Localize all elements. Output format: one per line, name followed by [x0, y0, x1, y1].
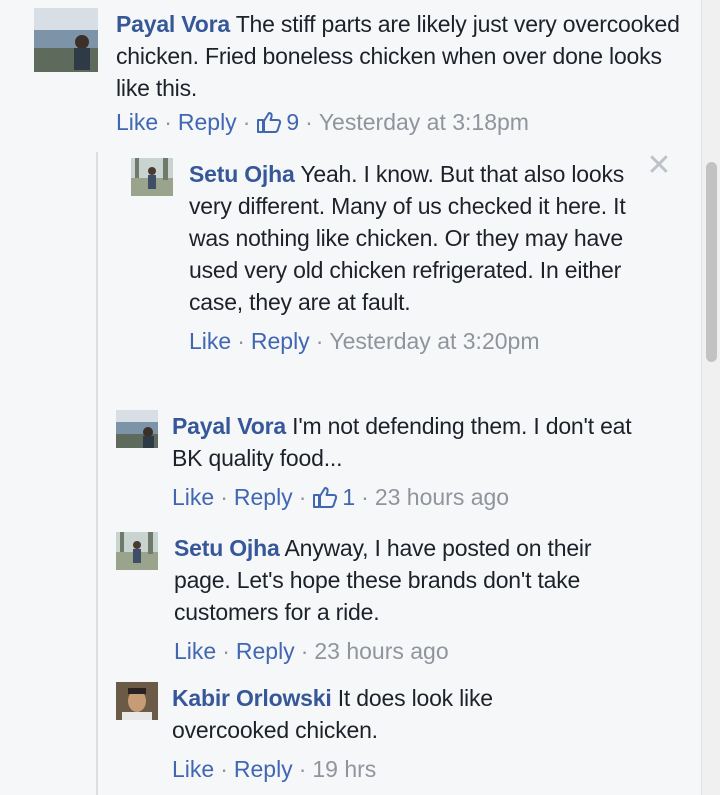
comment-text: Payal Vora The stiff parts are likely ju… — [116, 8, 686, 104]
like-link[interactable]: Like — [116, 106, 158, 138]
comment-text: Payal Vora I'm not defending them. I don… — [172, 410, 652, 474]
close-icon[interactable]: ✕ — [646, 151, 672, 181]
comment-text: Kabir Orlowski It does look like overcoo… — [172, 682, 612, 746]
reply-link[interactable]: Reply — [251, 325, 310, 357]
separator: · — [298, 756, 307, 782]
separator: · — [237, 328, 245, 354]
timestamp[interactable]: Yesterday at 3:20pm — [329, 325, 539, 357]
comment-actions: Like · Reply · Yesterday at 3:20pm — [189, 325, 659, 357]
reply-link[interactable]: Reply — [234, 481, 293, 513]
separator: · — [361, 484, 369, 510]
comment-text: Setu Ojha Anyway, I have posted on their… — [174, 532, 654, 628]
reply-thread-line — [96, 152, 98, 795]
reply-link[interactable]: Reply — [178, 106, 237, 138]
like-count[interactable]: 1 — [312, 481, 355, 513]
separator: · — [315, 328, 324, 354]
comment-actions: Like · Reply · 23 hours ago — [174, 635, 654, 667]
like-link[interactable]: Like — [172, 753, 214, 785]
separator: · — [298, 484, 307, 510]
separator: · — [220, 756, 228, 782]
like-link[interactable]: Like — [189, 325, 231, 357]
thumbs-up-icon — [313, 487, 338, 508]
timestamp[interactable]: 19 hrs — [312, 753, 376, 785]
reply-comment: Setu Ojha Anyway, I have posted on their… — [116, 532, 654, 667]
like-link[interactable]: Like — [172, 481, 214, 513]
reply-link[interactable]: Reply — [234, 753, 293, 785]
reply-comment: Payal Vora I'm not defending them. I don… — [116, 410, 652, 513]
comment-actions: Like · Reply · 1 · 23 hours ago — [172, 481, 652, 513]
comment-text: Setu Ojha Yeah. I know. But that also lo… — [189, 158, 659, 318]
comment: Payal Vora The stiff parts are likely ju… — [34, 8, 686, 138]
comment-author[interactable]: Payal Vora — [116, 11, 230, 37]
scrollbar-thumb[interactable] — [706, 162, 717, 362]
timestamp[interactable]: 23 hours ago — [314, 635, 448, 667]
separator: · — [220, 484, 228, 510]
separator: · — [300, 638, 309, 664]
separator: · — [222, 638, 230, 664]
separator: · — [305, 109, 313, 135]
like-link[interactable]: Like — [174, 635, 216, 667]
timestamp[interactable]: Yesterday at 3:18pm — [319, 106, 529, 138]
avatar[interactable] — [131, 158, 173, 196]
avatar[interactable] — [116, 410, 158, 448]
timestamp[interactable]: 23 hours ago — [375, 481, 509, 513]
avatar[interactable] — [116, 682, 158, 720]
like-count[interactable]: 9 — [256, 106, 299, 138]
avatar[interactable] — [34, 8, 98, 72]
comment-author[interactable]: Setu Ojha — [189, 161, 295, 187]
comment-author[interactable]: Kabir Orlowski — [172, 685, 332, 711]
comment-author[interactable]: Payal Vora — [172, 413, 286, 439]
comment-actions: Like · Reply · 9 · Yesterday at 3:18pm — [116, 106, 686, 138]
avatar[interactable] — [116, 532, 158, 570]
thumbs-up-icon — [257, 112, 282, 133]
separator: · — [164, 109, 172, 135]
reply-comment: Kabir Orlowski It does look like overcoo… — [116, 682, 612, 785]
comment-actions: Like · Reply · 19 hrs — [172, 753, 612, 785]
reply-comment: Setu Ojha Yeah. I know. But that also lo… — [131, 158, 659, 357]
scrollbar[interactable] — [701, 0, 720, 795]
comment-author[interactable]: Setu Ojha — [174, 535, 280, 561]
like-count-value: 1 — [342, 484, 356, 510]
like-count-value: 9 — [286, 109, 300, 135]
separator: · — [242, 109, 251, 135]
reply-link[interactable]: Reply — [236, 635, 295, 667]
